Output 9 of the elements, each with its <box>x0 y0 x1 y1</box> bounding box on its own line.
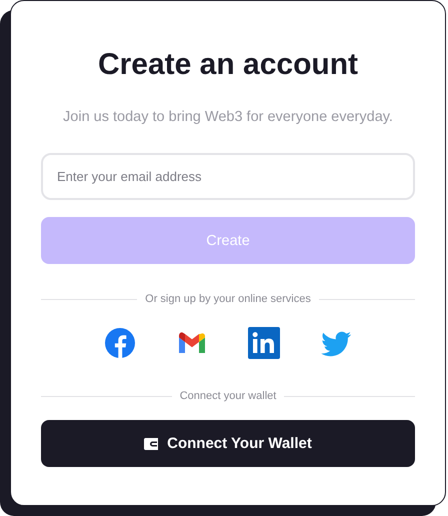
divider-label: Or sign up by your online services <box>145 292 311 306</box>
wallet-icon <box>144 438 158 450</box>
divider-label: Connect your wallet <box>180 389 276 403</box>
subtitle-text: Join us today to bring Web3 for everyone everyday. <box>62 108 394 127</box>
email-field[interactable]: Enter your email address <box>41 153 415 200</box>
connect-wallet-button[interactable]: Connect Your Wallet <box>41 420 415 467</box>
facebook-icon[interactable] <box>104 327 136 359</box>
linkedin-icon[interactable] <box>248 327 280 359</box>
page-title: Create an account <box>96 47 360 83</box>
